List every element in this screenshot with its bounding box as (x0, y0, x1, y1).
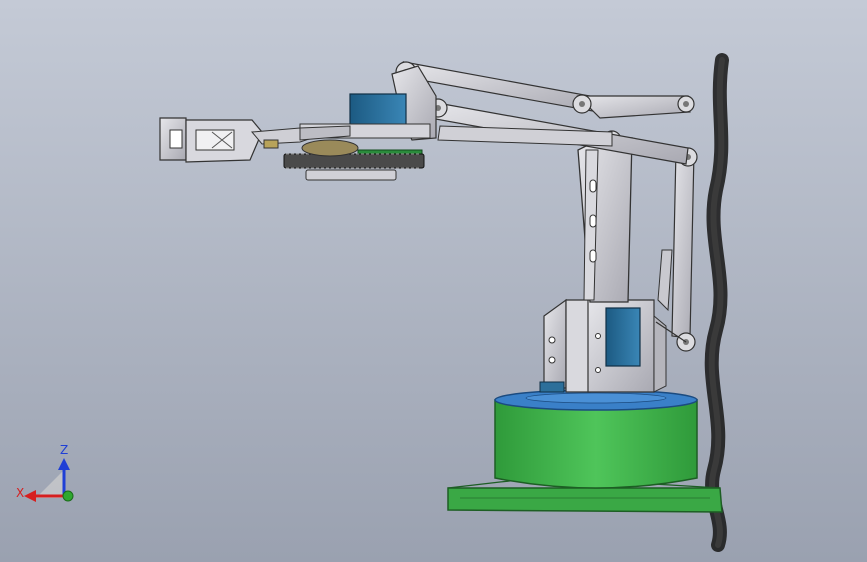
y-axis-dot (62, 490, 74, 502)
lower-arm[interactable] (577, 130, 633, 303)
shoulder-servo[interactable] (605, 307, 641, 367)
viewport-background (0, 0, 867, 562)
x-axis-label: X (16, 486, 25, 500)
base-cylinder[interactable] (494, 389, 698, 489)
z-axis-label: Z (60, 443, 69, 457)
shoulder-bracket[interactable] (539, 298, 667, 393)
model-canvas[interactable] (0, 0, 867, 562)
cad-viewport[interactable]: Z X (0, 0, 867, 562)
